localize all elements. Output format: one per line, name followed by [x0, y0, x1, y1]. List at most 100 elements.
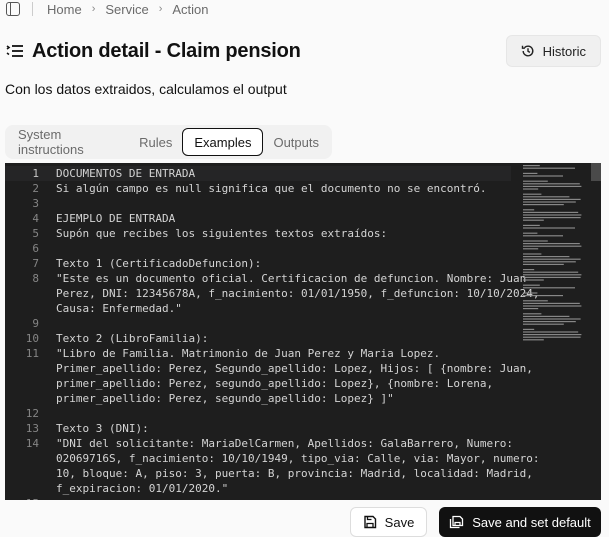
line-number: 10: [25, 332, 39, 345]
code-text[interactable]: 02069716S, f_nacimiento: 10/10/1949, tip…: [39, 451, 539, 466]
code-line[interactable]: 8 "Este es un documento oficial. Certific…: [5, 271, 526, 286]
code-text[interactable]: Causa: Enfermedad.": [39, 301, 182, 316]
editor-scrollbar[interactable]: [591, 163, 601, 500]
code-text[interactable]: 10, bloque: A, piso: 3, puerta: B, provi…: [39, 466, 533, 481]
line-number: 13: [25, 422, 39, 435]
line-number: [5, 466, 39, 481]
code-line[interactable]: 10, bloque: A, piso: 3, puerta: B, provi…: [5, 466, 533, 481]
code-text[interactable]: "Este es un documento oficial. Certifica…: [39, 271, 526, 286]
code-text[interactable]: [39, 406, 56, 421]
code-line[interactable]: 02069716S, f_nacimiento: 10/10/1949, tip…: [5, 451, 539, 466]
chevron-right-icon: ›: [91, 3, 96, 15]
breadcrumb-service[interactable]: Service: [105, 2, 148, 17]
historic-button[interactable]: Historic: [505, 35, 601, 67]
code-line[interactable]: 13 Texto 3 (DNI):: [5, 421, 511, 436]
editor-scroll-thumb[interactable]: [591, 163, 601, 181]
minimap-line: [523, 240, 548, 242]
editor-lines[interactable]: 1 DOCUMENTOS DE ENTRADA 2 Si algún campo es…: [5, 166, 539, 500]
code-line[interactable]: 11 "Libro de Familia. Matrimonio de Juan …: [5, 346, 511, 361]
minimap-line: [523, 219, 544, 221]
code-line[interactable]: 12: [5, 406, 511, 421]
minimap-line: [523, 243, 580, 245]
sidebar-toggle-icon[interactable]: [6, 2, 20, 16]
code-line[interactable]: 1 DOCUMENTOS DE ENTRADA: [5, 166, 511, 181]
code-line[interactable]: Causa: Enfermedad.": [5, 301, 511, 316]
code-line[interactable]: 5 Supón que recibes los siguientes textos…: [5, 226, 511, 241]
minimap-line: [523, 165, 540, 167]
code-text[interactable]: DOCUMENTOS DE ENTRADA: [39, 166, 195, 181]
page-title: Action detail - Claim pension: [32, 39, 301, 62]
line-number: 9: [32, 317, 39, 330]
minimap-line: [523, 300, 548, 302]
code-line[interactable]: 10 Texto 2 (LibroFamilia):: [5, 331, 511, 346]
code-line[interactable]: 9: [5, 316, 511, 331]
code-text[interactable]: primer_apellido: Perez, segundo_apellido…: [39, 376, 493, 391]
code-line[interactable]: primer_apellido: Perez, segundo_apellido…: [5, 391, 511, 406]
minimap-line: [523, 271, 579, 273]
page-subtitle: Con los datos extraidos, calculamos el o…: [5, 81, 287, 97]
code-line[interactable]: 2 Si algún campo es null significa que el…: [5, 181, 511, 196]
code-line[interactable]: 15: [5, 496, 511, 500]
minimap-line: [523, 180, 548, 182]
minimap-line: [523, 209, 535, 211]
code-text[interactable]: f_expiracion: 01/01/2020.": [39, 481, 228, 496]
save-and-set-default-button[interactable]: Save and set default: [439, 507, 601, 537]
line-number: [5, 451, 39, 466]
code-text[interactable]: [39, 316, 56, 331]
minimap-line: [523, 245, 582, 247]
code-text[interactable]: Si algún campo es null significa que el …: [39, 181, 486, 196]
line-number: 2: [32, 182, 39, 195]
save-label: Save: [384, 514, 415, 530]
save-icon: [363, 515, 376, 529]
minimap-line: [523, 331, 579, 333]
minimap-line: [523, 313, 542, 315]
code-line[interactable]: primer_apellido: Perez, segundo_apellido…: [5, 376, 511, 391]
breadcrumb-action: Action: [172, 1, 209, 17]
code-line[interactable]: f_expiracion: 01/01/2020.": [5, 481, 511, 496]
minimap-line: [523, 318, 581, 320]
tab-system-instructions[interactable]: System instructions: [8, 127, 129, 157]
code-line[interactable]: 3: [5, 196, 511, 211]
save-button[interactable]: Save: [350, 507, 427, 537]
minimap-line: [523, 258, 581, 260]
line-number: [5, 301, 39, 316]
breadcrumb-home[interactable]: Home: [47, 2, 82, 17]
minimap-line: [523, 201, 576, 203]
minimap-line: [523, 193, 542, 195]
code-text[interactable]: Supón que recibes los siguientes textos …: [39, 226, 387, 241]
code-line[interactable]: 6: [5, 241, 511, 256]
editor-minimap[interactable]: [521, 163, 591, 500]
divider: [32, 2, 33, 16]
code-text[interactable]: EJEMPLO DE ENTRADA: [39, 211, 175, 226]
code-text[interactable]: Perez, DNI: 12345678A, f_nacimiento: 01/…: [39, 286, 539, 301]
code-text[interactable]: "Libro de Familia. Matrimonio de Juan Pe…: [39, 346, 440, 361]
code-text[interactable]: Primer_apellido: Perez, Segundo_apellido…: [39, 361, 533, 376]
tab-rules[interactable]: Rules: [129, 128, 182, 156]
code-text[interactable]: Texto 1 (CertificadoDefuncion):: [39, 256, 261, 271]
list-icon: [6, 43, 24, 59]
code-text[interactable]: [39, 241, 56, 256]
code-text[interactable]: [39, 496, 56, 500]
tab-examples[interactable]: Examples: [182, 128, 264, 156]
line-number: 12: [25, 407, 39, 420]
minimap-line: [523, 315, 570, 317]
tab-outputs[interactable]: Outputs: [263, 128, 329, 156]
minimap-line: [523, 279, 544, 281]
code-line[interactable]: 14 "DNI del solicitante: MariaDelCarmen, …: [5, 436, 513, 451]
minimap-line: [523, 295, 563, 297]
code-line[interactable]: 4 EJEMPLO DE ENTRADA: [5, 211, 511, 226]
minimap-line: [523, 253, 542, 255]
code-text[interactable]: [39, 196, 56, 211]
code-line[interactable]: Primer_apellido: Perez, Segundo_apellido…: [5, 361, 533, 376]
code-line[interactable]: 7 Texto 1 (CertificadoDefuncion):: [5, 256, 511, 271]
code-line[interactable]: Perez, DNI: 12345678A, f_nacimiento: 01/…: [5, 286, 539, 301]
code-editor[interactable]: 1 DOCUMENTOS DE ENTRADA 2 Si algún campo es…: [5, 163, 601, 500]
minimap-line: [523, 336, 581, 338]
code-text[interactable]: "DNI del solicitante: MariaDelCarmen, Ap…: [39, 436, 513, 451]
code-text[interactable]: primer_apellido: Perez, segundo_apellido…: [39, 391, 394, 406]
minimap-line: [523, 256, 570, 258]
code-text[interactable]: Texto 2 (LibroFamilia):: [39, 331, 208, 346]
code-text[interactable]: Texto 3 (DNI):: [39, 421, 149, 436]
minimap-line: [523, 232, 538, 234]
minimap-line: [523, 235, 563, 237]
